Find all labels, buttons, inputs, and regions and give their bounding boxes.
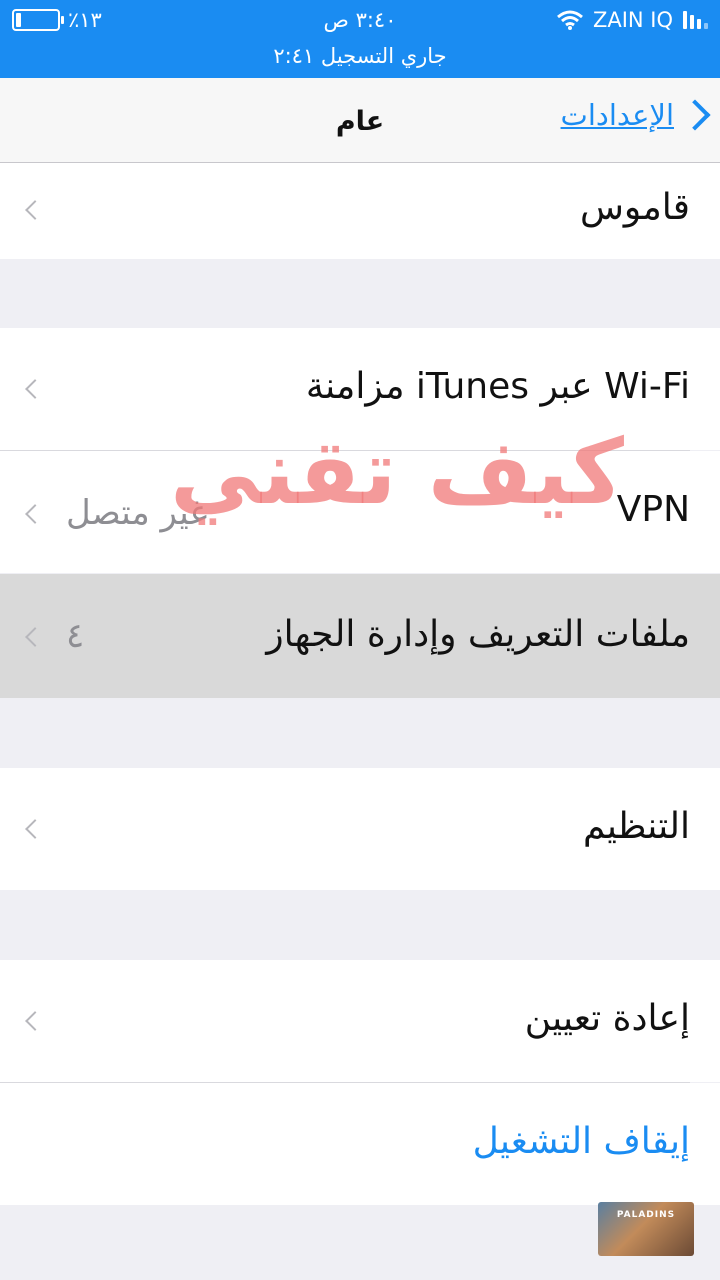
row-label: إعادة تعيين (524, 998, 690, 1039)
game-logo-text: PALADINS (616, 1210, 676, 1220)
chevron-right-icon (25, 200, 45, 220)
profiles-count: ٤ (66, 616, 85, 656)
row-shutdown[interactable]: إيقاف التشغيل (0, 1083, 720, 1205)
carrier-group: ZAIN IQ (556, 8, 708, 32)
row-label: ملفات التعريف وإدارة الجهاز (266, 614, 690, 655)
chevron-right-icon (25, 819, 45, 839)
row-profiles-device-management[interactable]: ملفات التعريف وإدارة الجهاز ٤ (0, 574, 720, 698)
chevron-back-icon (679, 99, 711, 131)
wifi-icon (556, 10, 583, 30)
row-label: مزامنة iTunes عبر Wi-Fi (305, 366, 690, 407)
back-button[interactable]: الإعدادات (560, 98, 711, 132)
chevron-right-icon (25, 504, 45, 524)
row-dictionary[interactable]: قاموس (0, 163, 720, 259)
row-label: VPN (616, 489, 690, 530)
chevron-right-icon (25, 627, 45, 647)
back-label: الإعدادات (560, 98, 674, 132)
row-regulatory[interactable]: التنظيم (0, 768, 720, 890)
chevron-right-icon (25, 1011, 45, 1031)
row-reset[interactable]: إعادة تعيين (0, 960, 720, 1082)
shutdown-label: إيقاف التشغيل (472, 1121, 690, 1162)
game-logo-thumbnail: PALADINS (598, 1202, 694, 1256)
signal-icon (683, 11, 708, 29)
status-bar: ٪١٣ ٣:٤٠ ص ZAIN IQ جاري التسجيل ٢:٤١ (0, 0, 720, 78)
watermark-text: كيف تقني (170, 420, 624, 525)
carrier-name: ZAIN IQ (592, 8, 673, 32)
row-label: التنظيم (582, 806, 690, 847)
navigation-bar: عام الإعدادات (0, 78, 720, 163)
recording-indicator[interactable]: جاري التسجيل ٢:٤١ (0, 44, 720, 68)
chevron-right-icon (25, 379, 45, 399)
row-label: قاموس (579, 187, 690, 228)
